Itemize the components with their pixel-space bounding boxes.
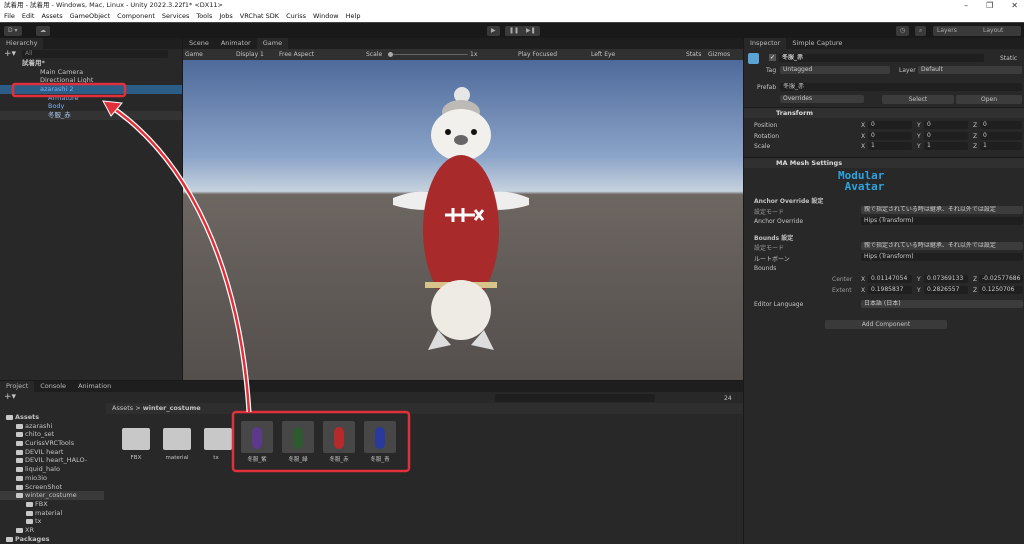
highlight-box-assets xyxy=(231,410,411,473)
arrow xyxy=(109,104,251,413)
highlight-box-hierarchy xyxy=(11,82,127,98)
arrow-outline xyxy=(108,103,252,413)
annotation-overlay xyxy=(11,82,411,473)
